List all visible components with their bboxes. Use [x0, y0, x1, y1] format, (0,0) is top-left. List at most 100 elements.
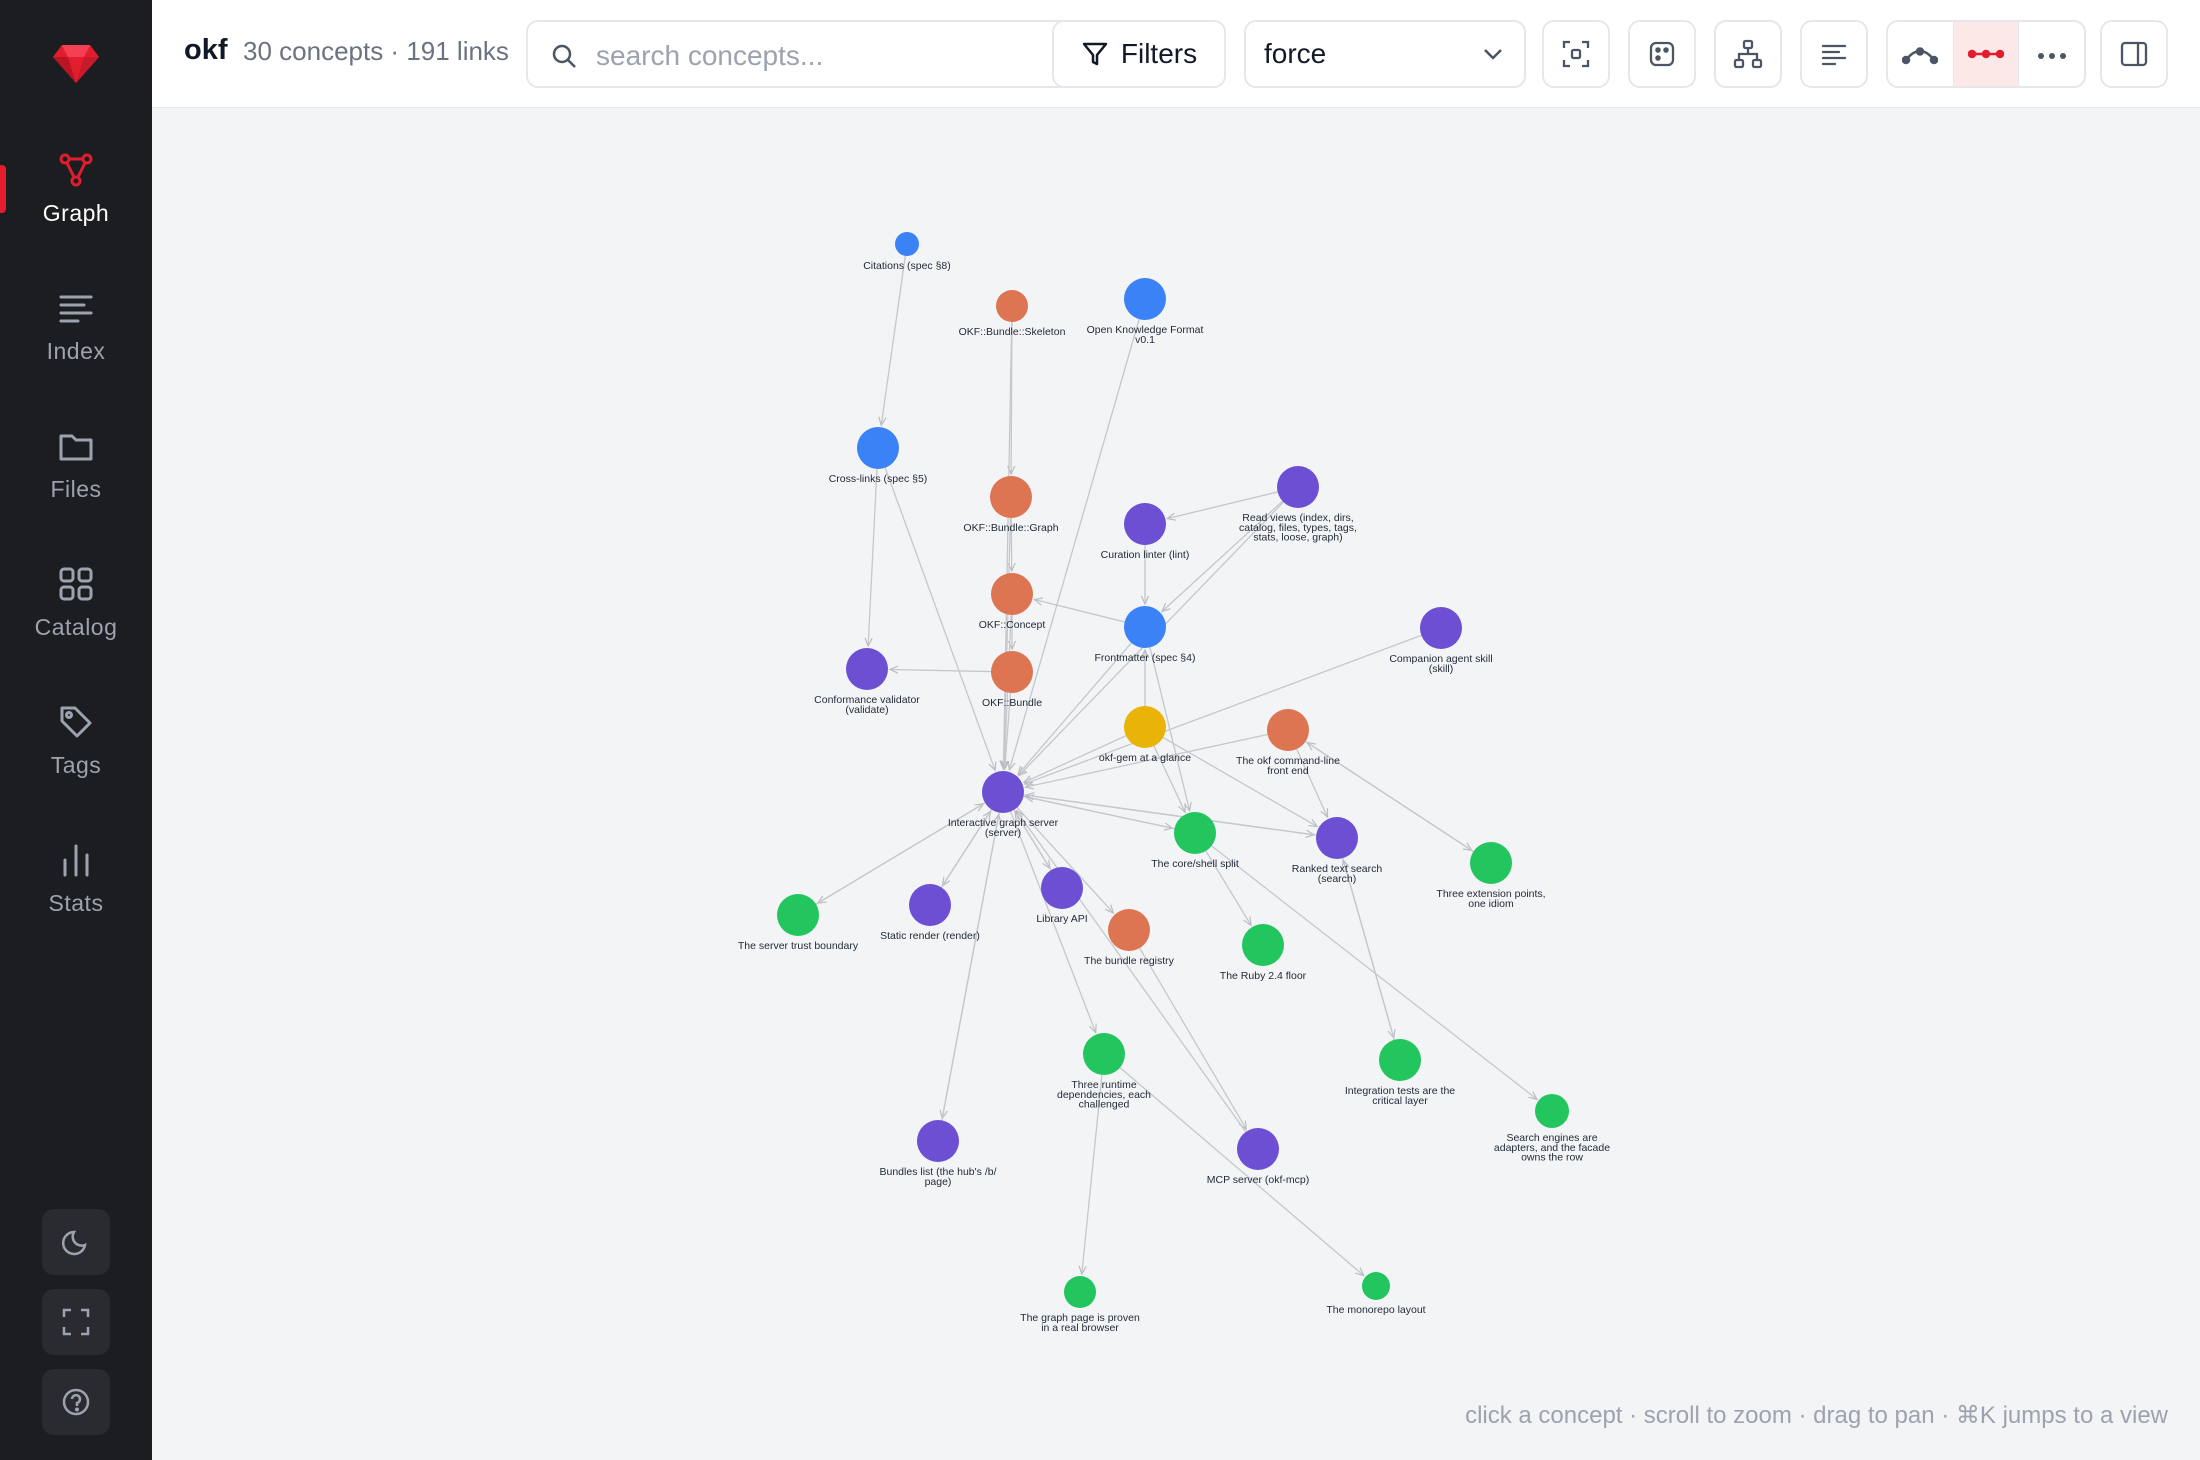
curved-edges-button[interactable] [1888, 22, 1954, 86]
concept-dot[interactable] [1064, 1276, 1096, 1308]
concept-dot[interactable] [917, 1120, 959, 1162]
concept-dot[interactable] [1124, 706, 1166, 748]
filters-button[interactable]: Filters [1052, 20, 1226, 88]
concept-node-bundleslist[interactable]: Bundles list (the hub's /b/page) [880, 1120, 997, 1188]
sidebar-item-stats[interactable]: Stats [0, 818, 152, 938]
concept-node-validate[interactable]: Conformance validator (validate) [814, 648, 920, 716]
concept-dot[interactable] [846, 648, 888, 690]
graph-edge [1162, 736, 1317, 827]
concept-dot[interactable] [909, 884, 951, 926]
sidebar-item-files[interactable]: Files [0, 404, 152, 524]
sidebar-item-label: Catalog [34, 613, 118, 640]
shuffle-layout-button[interactable] [1628, 20, 1696, 88]
help-button[interactable] [42, 1369, 110, 1435]
more-edge-options-button[interactable] [2019, 22, 2084, 86]
concept-dot[interactable] [1083, 1033, 1125, 1075]
concept-node-bundlegraph[interactable]: OKF::Bundle::Graph [963, 476, 1059, 534]
concept-node-integration[interactable]: Integration tests are the critical layer [1345, 1039, 1455, 1107]
concept-node-trust[interactable]: The server trust boundary [738, 894, 859, 952]
concept-node-coreshell[interactable]: The core/shell split [1151, 812, 1239, 870]
concept-node-bundle[interactable]: OKF::Bundle [982, 651, 1042, 709]
fullscreen-button[interactable] [42, 1289, 110, 1355]
concept-node-graphpage[interactable]: The graph page is proven in a real browse… [1020, 1276, 1140, 1334]
labels-toggle-button[interactable] [1800, 20, 1868, 88]
layout-select[interactable]: force [1244, 20, 1526, 88]
concept-node-concept[interactable]: OKF::Concept [979, 573, 1046, 631]
concept-label: The server trust boundary [738, 940, 859, 952]
concept-dot[interactable] [1124, 606, 1166, 648]
concept-dot[interactable] [857, 427, 899, 469]
concept-dot[interactable] [1316, 817, 1358, 859]
text-align-icon [1821, 44, 1847, 66]
concept-dot[interactable] [1420, 607, 1462, 649]
concept-label: The okf command-line front end [1236, 755, 1340, 777]
concept-dot[interactable] [982, 771, 1024, 813]
concept-dot[interactable] [1362, 1272, 1390, 1300]
sidebar-item-catalog[interactable]: Catalog [0, 542, 152, 662]
concept-dot[interactable] [1267, 709, 1309, 751]
concept-node-search[interactable]: Ranked text search (search) [1292, 817, 1383, 885]
sidebar-item-graph[interactable]: Graph [0, 128, 152, 248]
hierarchy-layout-button[interactable] [1714, 20, 1782, 88]
sidebar-item-index[interactable]: Index [0, 266, 152, 386]
straight-edges-icon [1968, 49, 2004, 59]
curved-edges-icon [1902, 47, 1939, 65]
fit-view-button[interactable] [1542, 20, 1610, 88]
concept-node-registry[interactable]: The bundle registry [1084, 909, 1175, 967]
concept-label-line: critical layer [1372, 1095, 1428, 1107]
concept-node-readviews[interactable]: Read views (index, dirs, catalog, files, … [1239, 466, 1357, 544]
concept-node-engines[interactable]: Search engines are adapters, and the faca… [1494, 1094, 1610, 1164]
concept-dot[interactable] [1041, 867, 1083, 909]
straight-edges-button[interactable] [1953, 22, 2020, 86]
concept-node-okf01[interactable]: Open Knowledge Format v0.1 [1087, 278, 1204, 346]
concept-label-line: Cross-links (spec §5) [829, 473, 928, 485]
concept-node-mcp[interactable]: MCP server (okf-mcp) [1207, 1128, 1309, 1186]
concept-dot[interactable] [1379, 1039, 1421, 1081]
concept-dot[interactable] [1277, 466, 1319, 508]
edge-style-toggle [1886, 20, 2086, 88]
concept-node-glance[interactable]: okf-gem at a glance [1099, 706, 1191, 764]
concept-node-monorepo[interactable]: The monorepo layout [1326, 1272, 1426, 1316]
toolbar: okf 30 concepts · 191 links search conce… [152, 0, 2200, 108]
concept-node-citations[interactable]: Citations (spec §8) [863, 232, 951, 272]
concept-dot[interactable] [1124, 278, 1166, 320]
concept-node-ruby24[interactable]: The Ruby 2.4 floor [1220, 924, 1307, 982]
concept-label: Read views (index, dirs, catalog, files, … [1239, 512, 1357, 544]
concept-dot[interactable] [1124, 503, 1166, 545]
concept-node-extension[interactable]: Three extension points, one idiom [1436, 842, 1546, 910]
graph-svg[interactable]: Citations (spec §8)OKF::Bundle::Skeleton… [152, 109, 2200, 1460]
concept-dot[interactable] [991, 651, 1033, 693]
chevron-down-icon [1484, 49, 1502, 60]
concept-dot[interactable] [1174, 812, 1216, 854]
bundle-stats: 30 concepts · 191 links [243, 36, 509, 66]
concept-node-crosslinks[interactable]: Cross-links (spec §5) [829, 427, 928, 485]
list-icon [56, 288, 96, 328]
concept-node-cli[interactable]: The okf command-line front end [1236, 709, 1340, 777]
concept-dot[interactable] [996, 290, 1028, 322]
concept-label: Citations (spec §8) [863, 260, 951, 272]
side-panel-toggle-button[interactable] [2100, 20, 2168, 88]
concept-dot[interactable] [990, 476, 1032, 518]
concept-dot[interactable] [1242, 924, 1284, 966]
concept-label-line: The monorepo layout [1326, 1304, 1425, 1316]
concept-dot[interactable] [1535, 1094, 1569, 1128]
concept-label: The monorepo layout [1326, 1304, 1425, 1316]
concept-dot[interactable] [895, 232, 919, 256]
concept-dot[interactable] [1470, 842, 1512, 884]
sidebar-item-label: Index [46, 337, 106, 364]
concept-dot[interactable] [1237, 1128, 1279, 1170]
sidebar-item-tags[interactable]: Tags [0, 680, 152, 800]
concept-label-line: Library API [1036, 913, 1087, 925]
concept-node-lint[interactable]: Curation linter (lint) [1101, 503, 1190, 561]
ruby-logo-icon[interactable] [42, 36, 110, 92]
concept-node-deps[interactable]: Three runtime dependencies, each challenge… [1057, 1033, 1151, 1111]
concept-node-skeleton[interactable]: OKF::Bundle::Skeleton [959, 290, 1066, 338]
concept-node-render[interactable]: Static render (render) [880, 884, 980, 942]
theme-toggle-button[interactable] [42, 1209, 110, 1275]
concept-node-server[interactable]: Interactive graph server (server) [948, 771, 1059, 839]
concept-dot[interactable] [991, 573, 1033, 615]
concept-dot[interactable] [777, 894, 819, 936]
concept-node-frontmatter[interactable]: Frontmatter (spec §4) [1095, 606, 1196, 664]
graph-canvas[interactable]: Citations (spec §8)OKF::Bundle::Skeleton… [152, 109, 2200, 1460]
concept-dot[interactable] [1108, 909, 1150, 951]
